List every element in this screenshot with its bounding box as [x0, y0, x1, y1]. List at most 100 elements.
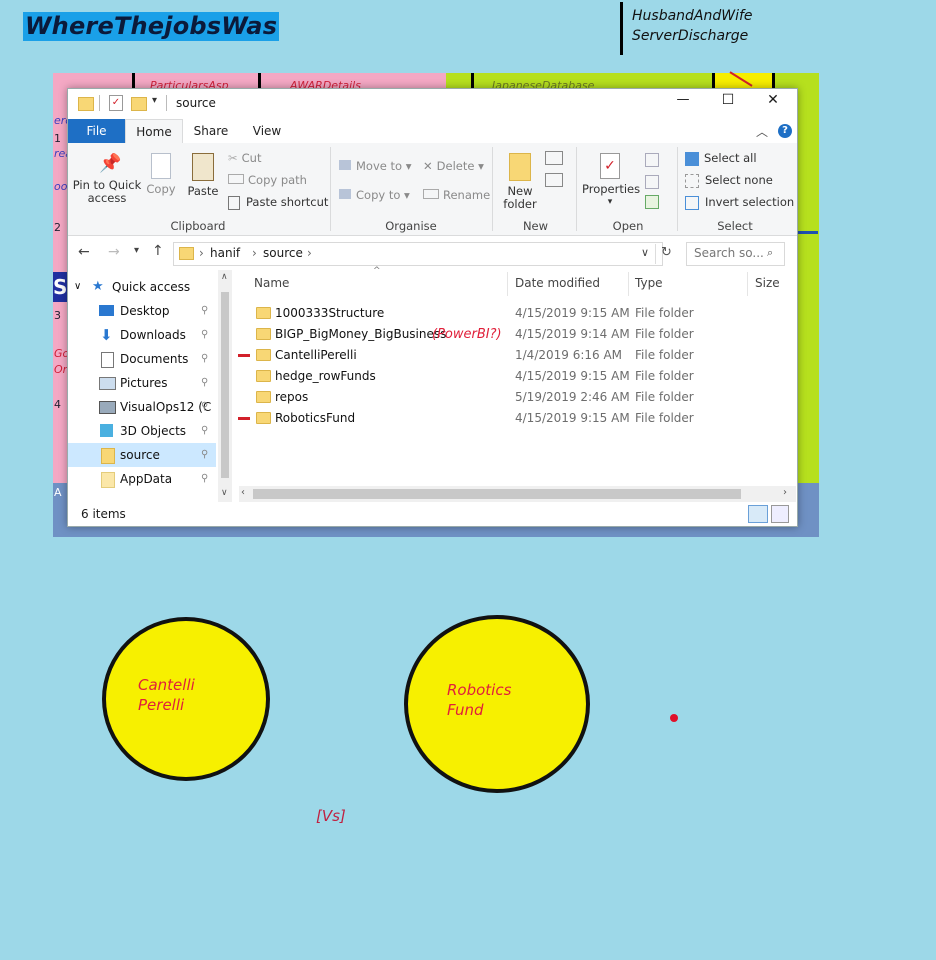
tab-home[interactable]: Home [125, 119, 183, 144]
up-button[interactable]: ↑ [152, 243, 164, 259]
file-row[interactable]: 1000333Structure 4/15/2019 9:15 AM File … [239, 303, 796, 324]
tab-view[interactable]: View [241, 119, 293, 143]
column-header-type[interactable]: Type [635, 276, 663, 290]
file-row[interactable]: RoboticsFund 4/15/2019 9:15 AM File fold… [238, 408, 796, 429]
delete-button[interactable]: ✕ Delete ▾ [423, 157, 484, 175]
help-icon[interactable]: ? [778, 124, 792, 138]
breadcrumb-source[interactable]: source [263, 246, 303, 260]
file-date: 1/4/2019 6:16 AM [515, 348, 623, 362]
rename-button[interactable]: Rename [423, 186, 490, 204]
open-icon[interactable] [645, 153, 659, 167]
chevron-up-icon[interactable]: ∧ [221, 272, 228, 282]
select-all-button[interactable]: Select all [685, 149, 757, 167]
invert-selection-icon [685, 195, 699, 210]
move-to-button[interactable]: Move to ▾ [339, 157, 411, 175]
nav-item-visualops[interactable]: VisualOps12 (C ⚲ [68, 395, 216, 419]
red-dash-marker [238, 354, 250, 357]
pin-icon[interactable]: ⚲ [201, 419, 208, 443]
column-header-size[interactable]: Size [755, 276, 780, 290]
nav-item-desktop[interactable]: Desktop ⚲ [68, 299, 216, 323]
pin-icon[interactable]: ⚲ [201, 347, 208, 371]
address-row: ← → ▾ ↑ › hanif › source › ∨ ↻ Search so… [68, 236, 797, 270]
horizontal-scroll-thumb[interactable] [253, 489, 741, 499]
properties-icon[interactable]: ✓ [109, 95, 123, 111]
new-folder-icon[interactable] [131, 97, 147, 111]
file-name: RoboticsFund [275, 411, 356, 425]
background-divider [712, 73, 715, 89]
file-row[interactable]: hedge_rowFunds 4/15/2019 9:15 AM File fo… [239, 366, 796, 387]
new-item-icon[interactable] [545, 151, 563, 165]
paste-button[interactable]: Paste [183, 153, 223, 198]
pin-to-quick-access-button[interactable]: 📌 Pin to Quick access [72, 153, 142, 205]
pin-icon[interactable]: ⚲ [201, 395, 208, 419]
tab-share[interactable]: Share [185, 119, 237, 143]
column-header-name[interactable]: Name [254, 276, 289, 290]
edge-fragment: S [53, 272, 67, 302]
copy-to-button[interactable]: Copy to ▾ [339, 186, 410, 204]
column-separator[interactable] [747, 272, 748, 296]
column-separator[interactable] [628, 272, 629, 296]
chevron-right-icon[interactable]: › [783, 487, 787, 498]
file-row[interactable]: CantelliPerelli 1/4/2019 6:16 AM File fo… [238, 345, 796, 366]
select-none-button[interactable]: Select none [685, 171, 773, 189]
chevron-down-icon[interactable]: ∨ [221, 488, 228, 498]
minimize-button[interactable]: — [668, 92, 698, 107]
nav-item-appdata[interactable]: AppData ⚲ [68, 467, 216, 491]
refresh-button[interactable]: ↻ [661, 245, 672, 260]
chevron-up-icon[interactable]: ︿ [756, 123, 768, 140]
easy-access-icon[interactable] [545, 173, 563, 187]
file-row[interactable]: repos 5/19/2019 2:46 AM File folder [239, 387, 796, 408]
back-button[interactable]: ← [78, 244, 90, 260]
breadcrumb-hanif[interactable]: hanif [210, 246, 240, 260]
address-bar[interactable]: › hanif › source › ∨ [173, 242, 663, 266]
details-view-icon[interactable] [748, 505, 768, 523]
properties-icon: ✓ [600, 153, 620, 179]
maximize-button[interactable]: ☐ [713, 92, 743, 108]
pin-icon[interactable]: ⚲ [201, 467, 208, 491]
new-folder-button[interactable]: New folder [498, 153, 542, 211]
chevron-down-icon[interactable]: ∨ [641, 246, 649, 259]
nav-scrollbar[interactable]: ∧ ∨ [218, 270, 232, 502]
copy-button[interactable]: Copy [143, 153, 179, 196]
nav-item-downloads[interactable]: ⬇ Downloads ⚲ [68, 323, 216, 347]
large-icons-view-icon[interactable] [771, 505, 789, 523]
file-type: File folder [635, 369, 694, 383]
file-type: File folder [635, 306, 694, 320]
nav-scroll-thumb[interactable] [221, 292, 229, 478]
copy-path-button[interactable]: Copy path [228, 171, 307, 189]
pin-icon[interactable]: ⚲ [201, 443, 208, 467]
recent-locations-button[interactable]: ▾ [134, 245, 139, 256]
file-date: 5/19/2019 2:46 AM [515, 390, 630, 404]
nav-item-pictures[interactable]: Pictures ⚲ [68, 371, 216, 395]
pin-icon[interactable]: ⚲ [201, 323, 208, 347]
horizontal-scrollbar[interactable]: ‹ › [239, 486, 796, 502]
forward-button[interactable]: → [108, 244, 120, 260]
file-row[interactable]: BIGP_BigMoney_BigBusiness (PowerBI?) 4/1… [239, 324, 796, 345]
history-icon[interactable] [645, 195, 659, 209]
close-button[interactable]: ✕ [758, 92, 788, 108]
nav-item-documents[interactable]: Documents ⚲ [68, 347, 216, 371]
chevron-left-icon[interactable]: ‹ [241, 487, 245, 498]
dropdown-icon[interactable]: ▾ [152, 95, 157, 106]
search-input[interactable]: Search so... ⌕ [686, 242, 785, 266]
file-date: 4/15/2019 9:15 AM [515, 369, 630, 383]
edit-icon[interactable] [645, 175, 659, 189]
cut-button[interactable]: ✂ Cut [228, 149, 261, 167]
column-separator[interactable] [507, 272, 508, 296]
tab-file[interactable]: File [68, 119, 125, 143]
red-dot [670, 714, 678, 722]
desktop-icon [99, 305, 114, 316]
column-header-date[interactable]: Date modified [515, 276, 600, 290]
invert-selection-button[interactable]: Invert selection [685, 193, 794, 211]
file-name: CantelliPerelli [275, 348, 357, 362]
properties-button[interactable]: ✓ Properties ▾ [582, 153, 640, 209]
paste-shortcut-button[interactable]: Paste shortcut [228, 193, 328, 211]
folder-icon [256, 370, 271, 382]
nav-item-3d-objects[interactable]: 3D Objects ⚲ [68, 419, 216, 443]
pin-icon[interactable]: ⚲ [201, 299, 208, 323]
nav-quick-access[interactable]: ∨ ★ Quick access [68, 275, 216, 299]
nav-item-label: AppData [120, 472, 173, 486]
folder-icon [256, 349, 271, 361]
pin-icon[interactable]: ⚲ [201, 371, 208, 395]
nav-item-source[interactable]: source ⚲ [68, 443, 216, 467]
